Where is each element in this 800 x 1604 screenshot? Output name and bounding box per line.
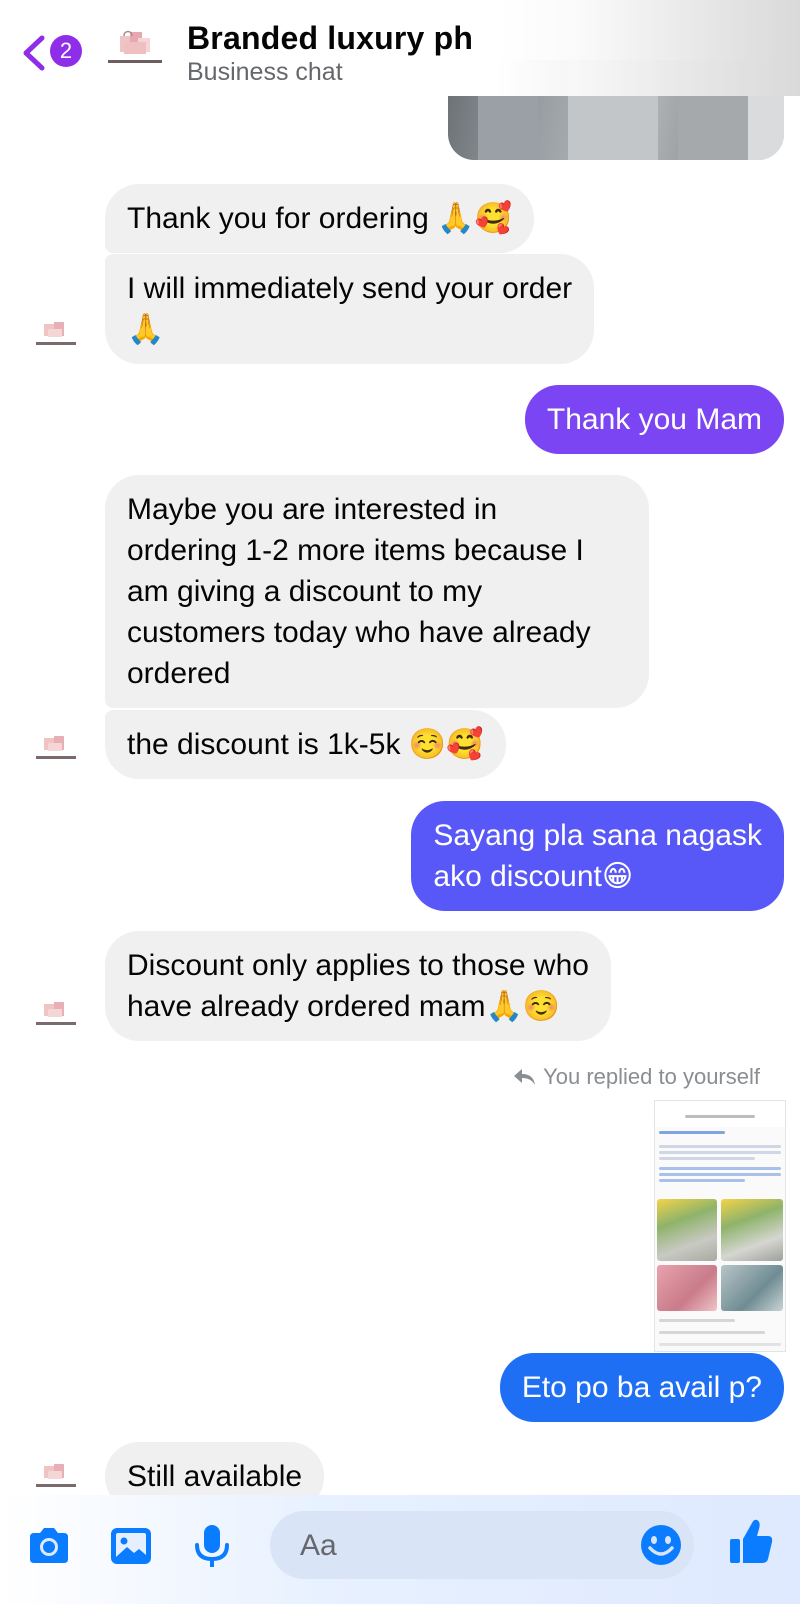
chevron-left-icon: [23, 35, 45, 71]
message-thread[interactable]: Thank you for ordering 🙏🥰 I will immedia…: [0, 0, 800, 1495]
chat-subtitle: Business chat: [187, 58, 343, 86]
sender-avatar[interactable]: [34, 734, 78, 766]
message-composer: [0, 1495, 800, 1604]
unread-count-badge: 2: [50, 35, 82, 67]
incoming-message[interactable]: Thank you for ordering 🙏🥰: [105, 184, 534, 253]
photo-icon[interactable]: [108, 1523, 154, 1569]
microphone-icon[interactable]: [192, 1523, 232, 1571]
incoming-message[interactable]: Still available: [105, 1442, 325, 1495]
smiley-icon[interactable]: [640, 1524, 682, 1566]
outgoing-message[interactable]: Sayang pla sana nagask ako discount😁: [411, 801, 784, 911]
incoming-message[interactable]: Maybe you are interested in ordering 1-2…: [105, 475, 649, 708]
business-avatar[interactable]: [104, 26, 166, 74]
replied-screenshot[interactable]: [654, 1100, 786, 1352]
reply-indicator: You replied to yourself: [513, 1064, 760, 1090]
sender-avatar[interactable]: [34, 1462, 78, 1494]
outgoing-message[interactable]: Eto po ba avail p?: [499, 1353, 784, 1422]
message-input[interactable]: [298, 1523, 622, 1569]
sender-avatar[interactable]: [34, 320, 78, 352]
outgoing-message[interactable]: Thank you Mam: [524, 385, 784, 454]
reply-icon: [514, 1069, 536, 1085]
incoming-message[interactable]: I will immediately send your order 🙏: [105, 254, 595, 364]
message-input-container[interactable]: [270, 1511, 694, 1579]
chat-header: 2 Branded luxury ph Business chat: [0, 0, 800, 96]
back-button[interactable]: 2: [20, 32, 88, 72]
camera-icon[interactable]: [26, 1523, 72, 1569]
thumbs-up-icon[interactable]: [728, 1517, 774, 1567]
sender-avatar[interactable]: [34, 1000, 78, 1032]
incoming-message[interactable]: Discount only applies to those who have …: [105, 931, 611, 1041]
reply-label-text: You replied to yourself: [543, 1064, 760, 1089]
incoming-message[interactable]: the discount is 1k-5k ☺️🥰: [105, 710, 506, 779]
chat-title[interactable]: Branded luxury ph: [187, 20, 473, 57]
